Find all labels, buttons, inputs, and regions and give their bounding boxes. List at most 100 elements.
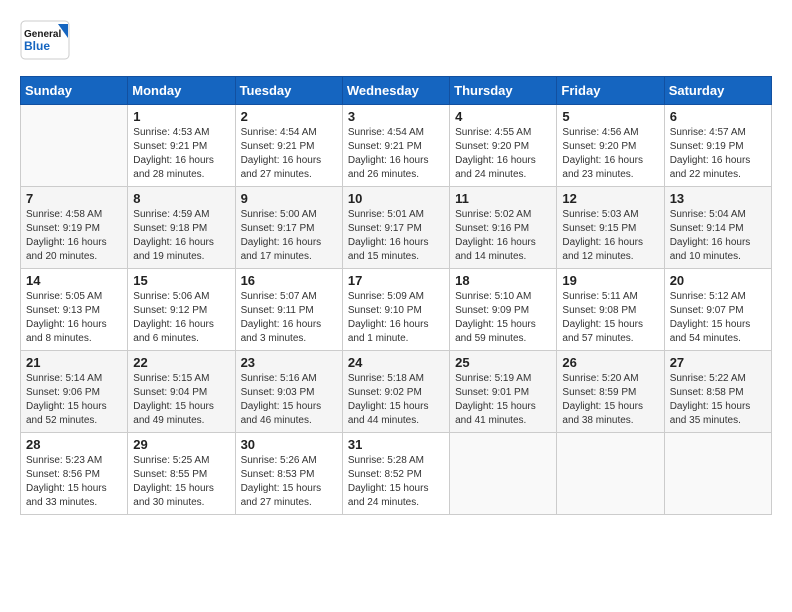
calendar-cell: 28 Sunrise: 5:23 AMSunset: 8:56 PMDayligh… [21, 433, 128, 515]
calendar-week-row: 14 Sunrise: 5:05 AMSunset: 9:13 PMDayligh… [21, 269, 772, 351]
day-info: Sunrise: 5:22 AMSunset: 8:58 PMDaylight:… [670, 372, 766, 428]
calendar-cell: 29 Sunrise: 5:25 AMSunset: 8:55 PMDayligh… [128, 433, 235, 515]
calendar-week-row: 1 Sunrise: 4:53 AMSunset: 9:21 PMDaylight… [21, 105, 772, 187]
calendar-cell: 7 Sunrise: 4:58 AMSunset: 9:19 PMDaylight… [21, 187, 128, 269]
calendar-cell: 31 Sunrise: 5:28 AMSunset: 8:52 PMDayligh… [342, 433, 449, 515]
day-info: Sunrise: 4:58 AMSunset: 9:19 PMDaylight:… [26, 208, 122, 264]
day-info: Sunrise: 4:54 AMSunset: 9:21 PMDaylight:… [241, 126, 337, 182]
column-header-monday: Monday [128, 77, 235, 105]
day-info: Sunrise: 5:02 AMSunset: 9:16 PMDaylight:… [455, 208, 551, 264]
day-info: Sunrise: 4:56 AMSunset: 9:20 PMDaylight:… [562, 126, 658, 182]
calendar-cell: 3Sunrise: 4:54 AMSunset: 9:21 PMDaylight… [342, 105, 449, 187]
day-info: Sunrise: 5:10 AMSunset: 9:09 PMDaylight:… [455, 290, 551, 346]
day-info: Sunrise: 5:23 AMSunset: 8:56 PMDaylight:… [26, 454, 122, 510]
page-header: General Blue [20, 20, 772, 60]
calendar-week-row: 28 Sunrise: 5:23 AMSunset: 8:56 PMDayligh… [21, 433, 772, 515]
day-info: Sunrise: 5:18 AMSunset: 9:02 PMDaylight:… [348, 372, 444, 428]
calendar-cell: 10Sunrise: 5:01 AMSunset: 9:17 PMDayligh… [342, 187, 449, 269]
calendar-cell: 12 Sunrise: 5:03 AMSunset: 9:15 PMDayligh… [557, 187, 664, 269]
calendar-cell: 14 Sunrise: 5:05 AMSunset: 9:13 PMDayligh… [21, 269, 128, 351]
day-number: 26 [562, 355, 658, 370]
calendar-cell: 6Sunrise: 4:57 AMSunset: 9:19 PMDaylight… [664, 105, 771, 187]
calendar-cell: 5 Sunrise: 4:56 AMSunset: 9:20 PMDaylight… [557, 105, 664, 187]
day-number: 5 [562, 109, 658, 124]
day-number: 31 [348, 437, 444, 452]
day-number: 3 [348, 109, 444, 124]
day-info: Sunrise: 5:04 AMSunset: 9:14 PMDaylight:… [670, 208, 766, 264]
calendar-cell: 9 Sunrise: 5:00 AMSunset: 9:17 PMDaylight… [235, 187, 342, 269]
day-info: Sunrise: 5:28 AMSunset: 8:52 PMDaylight:… [348, 454, 444, 510]
calendar-cell: 21 Sunrise: 5:14 AMSunset: 9:06 PMDayligh… [21, 351, 128, 433]
day-number: 24 [348, 355, 444, 370]
day-number: 7 [26, 191, 122, 206]
calendar-cell: 24 Sunrise: 5:18 AMSunset: 9:02 PMDayligh… [342, 351, 449, 433]
day-info: Sunrise: 5:06 AMSunset: 9:12 PMDaylight:… [133, 290, 229, 346]
day-number: 20 [670, 273, 766, 288]
day-number: 29 [133, 437, 229, 452]
calendar-cell: 23 Sunrise: 5:16 AMSunset: 9:03 PMDayligh… [235, 351, 342, 433]
day-number: 13 [670, 191, 766, 206]
day-number: 10 [348, 191, 444, 206]
day-info: Sunrise: 5:00 AMSunset: 9:17 PMDaylight:… [241, 208, 337, 264]
day-info: Sunrise: 5:11 AMSunset: 9:08 PMDaylight:… [562, 290, 658, 346]
calendar-cell: 30 Sunrise: 5:26 AMSunset: 8:53 PMDayligh… [235, 433, 342, 515]
calendar-cell [450, 433, 557, 515]
calendar-cell: 20Sunrise: 5:12 AMSunset: 9:07 PMDayligh… [664, 269, 771, 351]
column-header-sunday: Sunday [21, 77, 128, 105]
day-number: 21 [26, 355, 122, 370]
calendar-week-row: 7 Sunrise: 4:58 AMSunset: 9:19 PMDaylight… [21, 187, 772, 269]
logo: General Blue [20, 20, 70, 60]
day-number: 14 [26, 273, 122, 288]
calendar-cell: 16 Sunrise: 5:07 AMSunset: 9:11 PMDayligh… [235, 269, 342, 351]
day-number: 8 [133, 191, 229, 206]
day-info: Sunrise: 4:53 AMSunset: 9:21 PMDaylight:… [133, 126, 229, 182]
calendar-cell: 15 Sunrise: 5:06 AMSunset: 9:12 PMDayligh… [128, 269, 235, 351]
day-info: Sunrise: 5:03 AMSunset: 9:15 PMDaylight:… [562, 208, 658, 264]
day-number: 27 [670, 355, 766, 370]
calendar-cell: 17 Sunrise: 5:09 AMSunset: 9:10 PMDayligh… [342, 269, 449, 351]
day-number: 15 [133, 273, 229, 288]
day-number: 25 [455, 355, 551, 370]
day-info: Sunrise: 5:16 AMSunset: 9:03 PMDaylight:… [241, 372, 337, 428]
day-number: 9 [241, 191, 337, 206]
day-number: 16 [241, 273, 337, 288]
day-info: Sunrise: 5:14 AMSunset: 9:06 PMDaylight:… [26, 372, 122, 428]
column-header-tuesday: Tuesday [235, 77, 342, 105]
calendar-cell: 26Sunrise: 5:20 AMSunset: 8:59 PMDayligh… [557, 351, 664, 433]
day-number: 4 [455, 109, 551, 124]
day-number: 23 [241, 355, 337, 370]
svg-text:Blue: Blue [24, 39, 50, 53]
calendar-header-row: SundayMondayTuesdayWednesdayThursdayFrid… [21, 77, 772, 105]
calendar-cell: 1 Sunrise: 4:53 AMSunset: 9:21 PMDaylight… [128, 105, 235, 187]
day-info: Sunrise: 5:07 AMSunset: 9:11 PMDaylight:… [241, 290, 337, 346]
day-info: Sunrise: 5:05 AMSunset: 9:13 PMDaylight:… [26, 290, 122, 346]
day-number: 30 [241, 437, 337, 452]
calendar-cell [21, 105, 128, 187]
day-info: Sunrise: 5:26 AMSunset: 8:53 PMDaylight:… [241, 454, 337, 510]
day-info: Sunrise: 5:09 AMSunset: 9:10 PMDaylight:… [348, 290, 444, 346]
calendar-cell: 13 Sunrise: 5:04 AMSunset: 9:14 PMDayligh… [664, 187, 771, 269]
calendar-cell: 11Sunrise: 5:02 AMSunset: 9:16 PMDayligh… [450, 187, 557, 269]
column-header-thursday: Thursday [450, 77, 557, 105]
day-number: 28 [26, 437, 122, 452]
day-number: 12 [562, 191, 658, 206]
day-number: 17 [348, 273, 444, 288]
calendar-cell: 25 Sunrise: 5:19 AMSunset: 9:01 PMDayligh… [450, 351, 557, 433]
column-header-saturday: Saturday [664, 77, 771, 105]
day-number: 1 [133, 109, 229, 124]
calendar-cell: 27 Sunrise: 5:22 AMSunset: 8:58 PMDayligh… [664, 351, 771, 433]
calendar-cell: 19 Sunrise: 5:11 AMSunset: 9:08 PMDayligh… [557, 269, 664, 351]
calendar-cell: 22Sunrise: 5:15 AMSunset: 9:04 PMDayligh… [128, 351, 235, 433]
day-info: Sunrise: 5:19 AMSunset: 9:01 PMDaylight:… [455, 372, 551, 428]
day-info: Sunrise: 4:59 AMSunset: 9:18 PMDaylight:… [133, 208, 229, 264]
column-header-friday: Friday [557, 77, 664, 105]
calendar-cell [557, 433, 664, 515]
day-info: Sunrise: 5:25 AMSunset: 8:55 PMDaylight:… [133, 454, 229, 510]
day-number: 19 [562, 273, 658, 288]
calendar-cell: 2Sunrise: 4:54 AMSunset: 9:21 PMDaylight… [235, 105, 342, 187]
logo-icon: General Blue [20, 20, 70, 60]
column-header-wednesday: Wednesday [342, 77, 449, 105]
day-info: Sunrise: 5:15 AMSunset: 9:04 PMDaylight:… [133, 372, 229, 428]
calendar-cell: 18Sunrise: 5:10 AMSunset: 9:09 PMDayligh… [450, 269, 557, 351]
calendar-cell: 4Sunrise: 4:55 AMSunset: 9:20 PMDaylight… [450, 105, 557, 187]
